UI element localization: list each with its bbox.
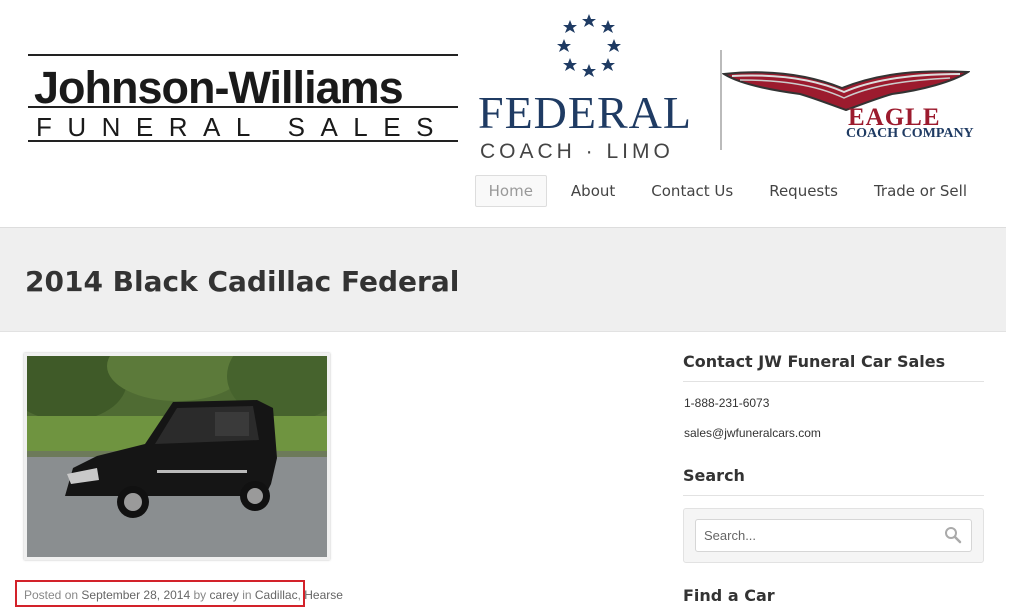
nav-trade-or-sell[interactable]: Trade or Sell	[856, 175, 985, 207]
category-cadillac-link[interactable]: Cadillac	[255, 588, 298, 602]
nav-contact-us[interactable]: Contact Us	[633, 175, 751, 207]
hearse-photo	[27, 356, 327, 557]
nav-about[interactable]: About	[553, 175, 633, 207]
posted-on-label: Posted on	[24, 588, 79, 602]
search-icon[interactable]	[944, 526, 962, 544]
stars-icon	[557, 14, 621, 77]
search-input[interactable]	[695, 519, 972, 552]
logo-rule-top	[28, 54, 458, 56]
logo-federal[interactable]: FEDERAL COACH · LIMO	[476, 12, 712, 172]
contact-phone: 1-888-231-6073	[684, 396, 770, 410]
post-date-link[interactable]: September 28, 2014	[81, 588, 190, 602]
category-separator: ,	[297, 588, 301, 602]
post-meta: Posted on September 28, 2014 by carey in…	[24, 588, 343, 602]
logo-federal-name: FEDERAL	[478, 87, 692, 138]
author-link[interactable]: carey	[210, 588, 239, 602]
logo-rule-bottom	[28, 140, 458, 142]
find-car-widget-title: Find a Car	[683, 586, 775, 605]
logo-eagle-sub: COACH COMPANY	[846, 126, 974, 141]
page-title: 2014 Black Cadillac Federal	[25, 265, 460, 298]
post-image[interactable]	[24, 353, 330, 560]
by-label: by	[193, 588, 207, 602]
in-label: in	[242, 588, 252, 602]
logo-federal-sub: COACH · LIMO	[480, 140, 674, 163]
nav-requests[interactable]: Requests	[751, 175, 856, 207]
contact-widget-title: Contact JW Funeral Car Sales	[683, 352, 984, 382]
main-nav: Home About Contact Us Requests Trade or …	[474, 175, 985, 207]
logo-eagle[interactable]: EAGLE COACH COMPANY	[722, 66, 974, 146]
category-hearse-link[interactable]: Hearse	[304, 588, 343, 602]
nav-home[interactable]: Home	[474, 175, 547, 207]
title-band: 2014 Black Cadillac Federal	[0, 228, 1006, 332]
logo-jw-sub: FUNERAL SALES	[36, 112, 449, 142]
search-widget	[683, 508, 984, 563]
logo-johnson-williams[interactable]: Johnson-Williams FUNERAL SALES	[28, 54, 458, 146]
search-widget-title: Search	[683, 466, 984, 496]
logo-rule-middle	[28, 106, 458, 108]
header-banner[interactable]: Johnson-Williams FUNERAL SALES FEDERAL C…	[24, 4, 984, 174]
contact-email[interactable]: sales@jwfuneralcars.com	[684, 426, 821, 440]
